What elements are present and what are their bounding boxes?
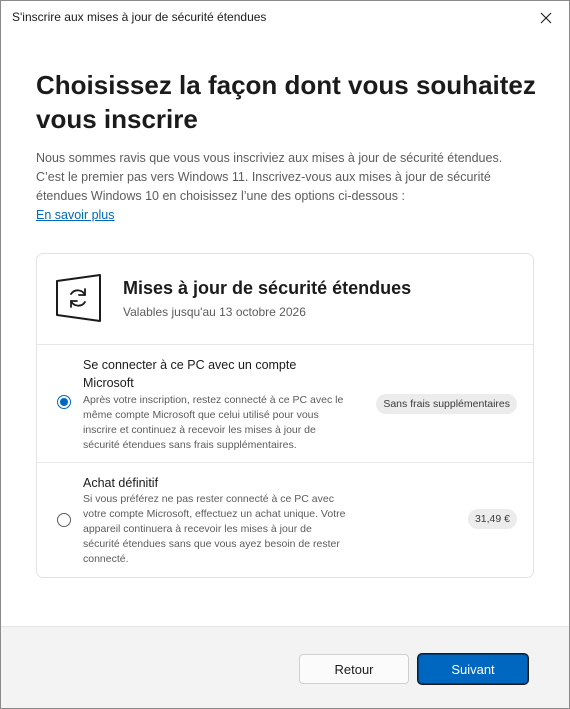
price-badge: 31,49 € (467, 509, 517, 529)
option-one-time-purchase[interactable]: Achat définitif Si vous préférez ne pas … (37, 463, 533, 577)
card-header: Mises à jour de sécurité étendues Valabl… (37, 254, 533, 345)
close-button[interactable] (523, 1, 569, 34)
dialog-footer: Retour Suivant (1, 626, 569, 708)
back-button[interactable]: Retour (299, 654, 409, 684)
option-microsoft-account[interactable]: Se connecter à ce PC avec un compte Micr… (37, 345, 533, 463)
window-title: S'inscrire aux mises à jour de sécurité … (12, 10, 267, 24)
learn-more-link[interactable]: En savoir plus (36, 206, 115, 225)
page-title: Choisissez la façon dont vous souhaitez … (36, 70, 536, 134)
intro-text: Nous sommes ravis que vous vous inscrivi… (36, 151, 503, 203)
option-title: Achat définitif (83, 476, 159, 490)
next-button[interactable]: Suivant (418, 654, 528, 684)
windows-refresh-icon (56, 274, 101, 322)
price-badge: Sans frais supplémentaires (376, 394, 517, 414)
title-bar: S'inscrire aux mises à jour de sécurité … (1, 1, 569, 34)
radio-one-time-purchase[interactable] (57, 513, 71, 527)
dialog-content: Choisissez la façon dont vous souhaitez … (1, 34, 569, 626)
close-icon (540, 12, 552, 23)
card-title: Mises à jour de sécurité étendues (123, 278, 412, 298)
radio-microsoft-account[interactable] (57, 395, 71, 409)
option-description: Si vous préférez ne pas rester connecté … (83, 493, 346, 565)
option-description: Après votre inscription, restez connecté… (83, 394, 344, 451)
enrollment-dialog: S'inscrire aux mises à jour de sécurité … (0, 0, 570, 709)
esu-card: Mises à jour de sécurité étendues Valabl… (36, 253, 534, 578)
option-title: Se connecter à ce PC avec un compte Micr… (83, 358, 297, 390)
card-subtitle: Valables jusqu'au 13 octobre 2026 (123, 305, 306, 319)
